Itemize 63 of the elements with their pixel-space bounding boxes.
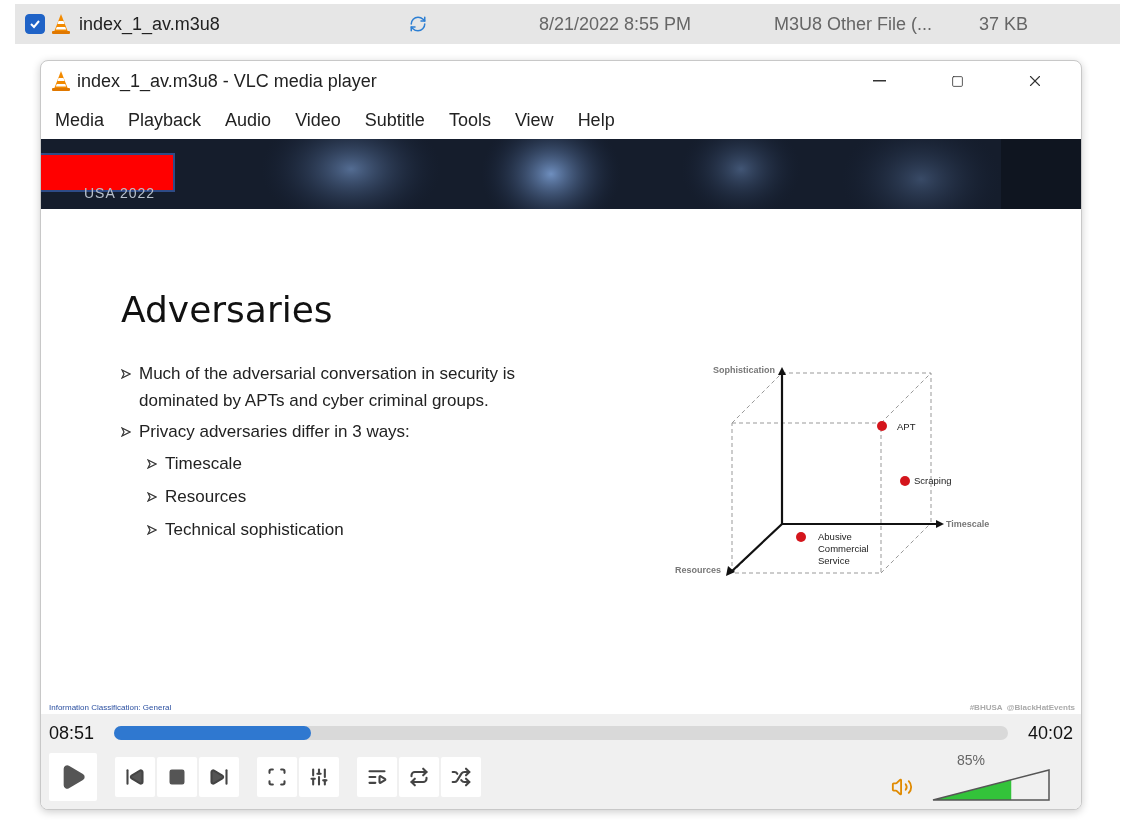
window-title: index_1_av.m3u8 - VLC media player — [77, 70, 378, 92]
bullet-text: Much of the adversarial conversation in security is dominated by APTs and cyber criminal groups. — [139, 363, 517, 412]
skip-back-icon — [125, 767, 145, 787]
point-label: Abusive Commercial Service — [818, 531, 869, 566]
file-row[interactable]: index_1_av.m3u8 8/21/2022 8:55 PM M3U8 Other File (... 37 KB — [15, 4, 1120, 44]
bullet-text: Timescale — [165, 453, 242, 475]
repeat-icon — [409, 767, 429, 787]
checkmark-icon — [29, 18, 41, 30]
axis-label: Timescale — [946, 519, 990, 529]
next-button[interactable] — [199, 757, 239, 797]
playlist-button[interactable] — [357, 757, 397, 797]
slide-title: Adversaries — [121, 289, 334, 330]
menu-item[interactable]: Help — [565, 109, 627, 131]
stop-icon — [168, 768, 186, 786]
file-size: 37 KB — [979, 13, 1029, 35]
arrowhead-icon — [147, 492, 157, 502]
maximize-icon — [950, 74, 964, 88]
volume-slider[interactable] — [931, 768, 1051, 802]
repeat-button[interactable] — [399, 757, 439, 797]
elapsed-time: 08:51 — [49, 722, 95, 744]
event-label: USA 2022 — [84, 185, 156, 201]
menu-item[interactable]: Media — [43, 109, 117, 131]
arrowhead-icon — [147, 525, 157, 535]
skip-forward-icon — [209, 767, 229, 787]
checkbox[interactable] — [25, 14, 45, 34]
traffic-cone-icon — [51, 13, 71, 35]
arrowhead-icon — [121, 427, 131, 437]
seek-bar[interactable] — [114, 726, 1008, 740]
file-date: 8/21/2022 8:55 PM — [539, 13, 693, 35]
menu-item[interactable]: Tools — [436, 109, 503, 131]
sync-icon — [409, 15, 427, 33]
volume-reading: 85% — [957, 752, 985, 768]
arrowhead-icon — [147, 459, 157, 469]
menu-item[interactable]: Video — [283, 109, 353, 131]
hashtag-label: #BHUSA @BlackHatEvents — [969, 703, 1075, 712]
equalizer-button[interactable] — [299, 757, 339, 797]
total-time: 40:02 — [1027, 722, 1073, 744]
shuffle-button[interactable] — [441, 757, 481, 797]
axis-label: Resources — [674, 565, 721, 575]
menu-item[interactable]: Playback — [116, 109, 214, 131]
traffic-cone-icon — [51, 70, 71, 92]
menu-item[interactable]: Subtitle — [352, 109, 437, 131]
fullscreen-icon — [267, 767, 287, 787]
bullet-text: Privacy adversaries differ in 3 ways: — [139, 421, 410, 443]
axis-label: Sophistication — [713, 365, 775, 375]
stop-button[interactable] — [157, 757, 197, 797]
play-button[interactable] — [49, 753, 97, 801]
point-label: Scraping — [914, 475, 952, 486]
minimize-icon — [872, 80, 886, 82]
file-type: M3U8 Other File (... — [774, 13, 934, 35]
menu-item[interactable]: Audio — [213, 109, 284, 131]
file-name: index_1_av.m3u8 — [79, 13, 221, 35]
previous-button[interactable] — [115, 757, 155, 797]
menu-item[interactable]: View — [502, 109, 566, 131]
bullet-text: Technical sophistication — [165, 519, 344, 541]
playlist-icon — [367, 767, 387, 787]
bullet-text: Resources — [165, 486, 247, 508]
shuffle-icon — [451, 767, 471, 787]
point-label: APT — [897, 421, 916, 432]
sliders-icon — [309, 767, 329, 787]
arrowhead-icon — [121, 369, 131, 379]
classification-label: Information Classification: General — [49, 703, 172, 712]
fullscreen-button[interactable] — [257, 757, 297, 797]
